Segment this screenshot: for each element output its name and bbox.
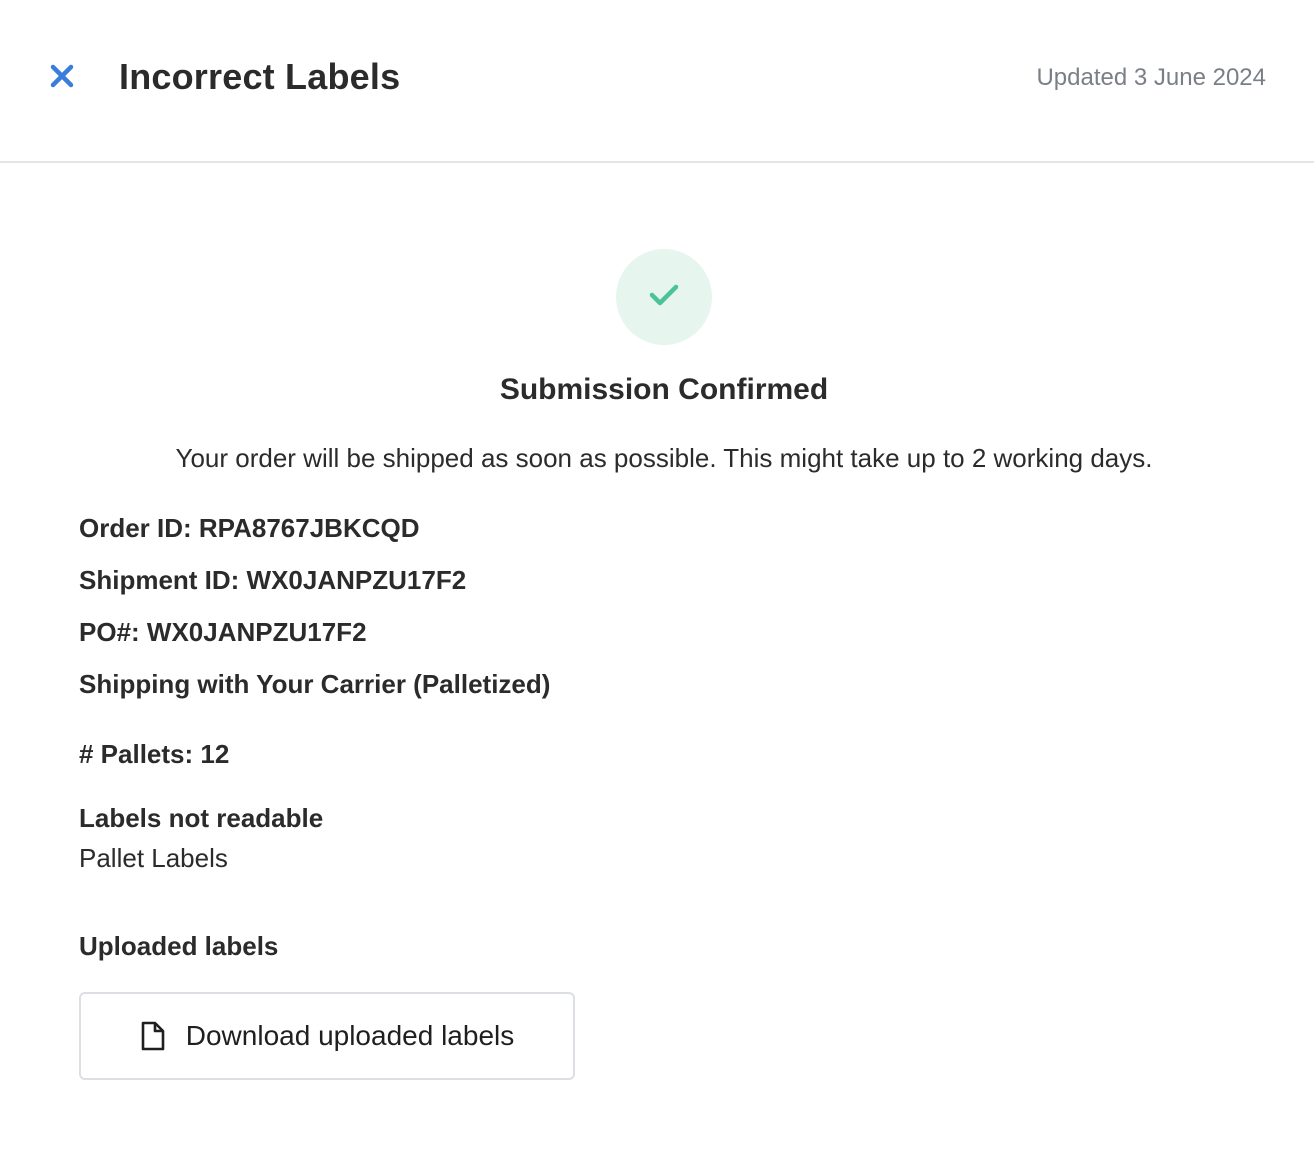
page-title: Incorrect Labels <box>119 56 401 97</box>
header: Incorrect Labels Updated 3 June 2024 <box>0 0 1314 163</box>
updated-date: Updated 3 June 2024 <box>1036 64 1266 91</box>
issue-value: Pallet Labels <box>79 843 228 873</box>
success-badge <box>616 249 712 345</box>
pallet-count: # Pallets: 12 <box>79 739 230 769</box>
file-icon <box>140 1020 166 1052</box>
confirmation-title: Submission Confirmed <box>499 373 829 406</box>
close-button[interactable] <box>44 60 80 96</box>
close-icon[interactable] <box>49 63 75 94</box>
uploaded-labels-heading: Uploaded labels <box>79 931 279 961</box>
download-labels-button[interactable]: Download uploaded labels <box>79 992 575 1080</box>
issue-heading: Labels not readable <box>79 803 324 833</box>
check-icon <box>648 282 680 313</box>
download-button-label: Download uploaded labels <box>185 1020 515 1051</box>
order-id: Order ID: RPA8767JBKCQD <box>79 513 420 543</box>
shipping-method: Shipping with Your Carrier (Palletized) <box>79 669 551 699</box>
po-number: PO#: WX0JANPZU17F2 <box>79 617 367 647</box>
confirmation-message: Your order will be shipped as soon as po… <box>175 443 1153 473</box>
shipment-id: Shipment ID: WX0JANPZU17F2 <box>79 565 467 595</box>
